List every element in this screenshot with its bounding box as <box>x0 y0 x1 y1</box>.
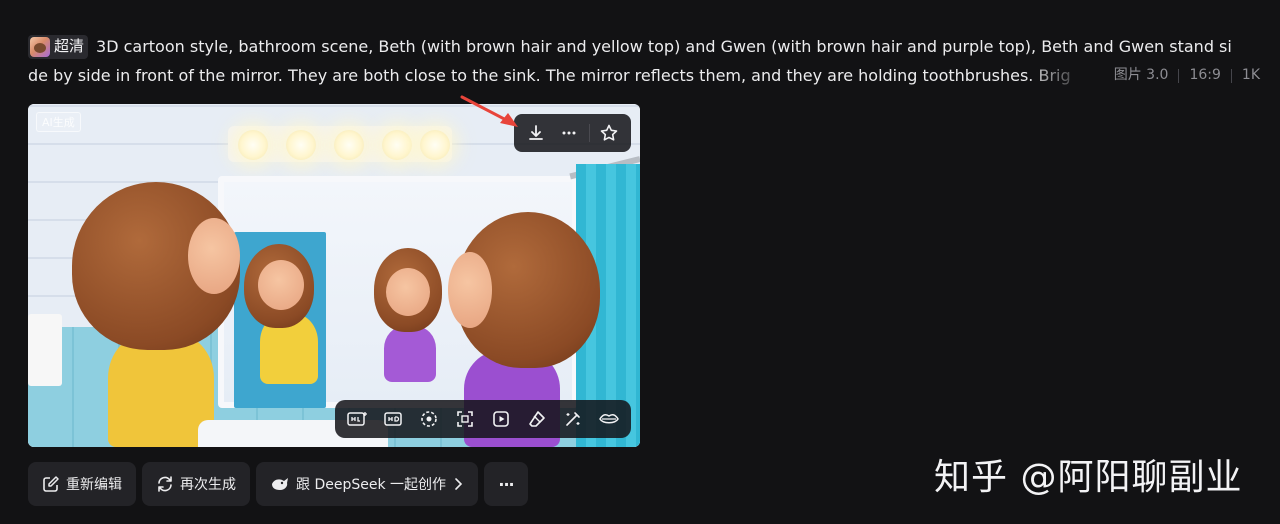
video-button[interactable] <box>487 405 515 433</box>
ai-generated-badge: AI生成 <box>36 112 81 132</box>
image-bulb <box>238 130 268 160</box>
prompt-block: 超清 3D cartoon style, bathroom scene, Bet… <box>28 32 1260 90</box>
source-watermark: 知乎 @阿阳聊副业 <box>934 457 1243 498</box>
hd-icon <box>384 412 402 426</box>
prompt-line-1: 超清 3D cartoon style, bathroom scene, Bet… <box>28 32 1260 61</box>
quality-tag[interactable]: 超清 <box>28 34 89 59</box>
expand-button[interactable] <box>451 405 479 433</box>
more-actions-button[interactable]: ··· <box>484 462 529 506</box>
deepseek-create-label: 跟 DeepSeek 一起创作 <box>296 477 447 493</box>
prompt-line-2: de by side in front of the mirror. They … <box>28 61 1260 90</box>
refresh-icon <box>158 476 172 492</box>
hd-plus-button[interactable] <box>343 405 371 433</box>
image-bulb <box>420 130 450 160</box>
reedit-label: 重新编辑 <box>66 477 122 493</box>
image-edit-toolbar <box>335 400 631 438</box>
image-shirt-purple <box>384 326 436 382</box>
image-bulb <box>286 130 316 160</box>
download-icon <box>529 125 543 140</box>
expand-icon <box>457 411 473 427</box>
remix-icon <box>421 411 437 427</box>
more-actions-icon: ··· <box>498 474 514 494</box>
eraser-icon <box>529 411 545 427</box>
edit-icon <box>43 476 59 492</box>
magic-wand-button[interactable] <box>559 405 587 433</box>
image-face <box>386 268 430 316</box>
prompt-text-continued: de by side in front of the mirror. They … <box>28 66 1071 85</box>
prompt-text: 3D cartoon style, bathroom scene, Beth (… <box>96 37 1232 56</box>
deepseek-create-button[interactable]: 跟 DeepSeek 一起创作 <box>256 462 479 506</box>
generation-meta: 图片 3.0 16:9 1K <box>1114 61 1260 90</box>
ratio-label: 16:9 <box>1189 67 1221 83</box>
chevron-right-icon <box>455 478 463 490</box>
magic-wand-icon <box>566 412 580 426</box>
generated-image[interactable]: AI生成 <box>28 104 640 447</box>
hd-button[interactable] <box>379 405 407 433</box>
regenerate-button[interactable]: 再次生成 <box>142 462 250 506</box>
image-light-bar <box>228 126 452 162</box>
image-towel <box>28 314 62 386</box>
reedit-button[interactable]: 重新编辑 <box>28 462 136 506</box>
image-face <box>258 260 304 310</box>
quality-label: 超清 <box>54 37 85 55</box>
hd-plus-icon <box>347 412 367 426</box>
remix-button[interactable] <box>415 405 443 433</box>
more-button[interactable] <box>555 119 583 147</box>
lips-button[interactable] <box>595 405 623 433</box>
image-face <box>188 218 240 294</box>
thumbnail-icon <box>30 36 50 57</box>
star-icon <box>600 124 618 141</box>
model-label: 图片 3.0 <box>1113 67 1169 83</box>
more-icon <box>562 131 576 135</box>
divider <box>1178 68 1180 83</box>
download-button[interactable] <box>522 119 550 147</box>
divider <box>1230 68 1232 83</box>
divider <box>588 124 590 142</box>
image-bulb <box>382 130 412 160</box>
eraser-button[interactable] <box>523 405 551 433</box>
image-face <box>448 252 492 328</box>
image-bulb <box>334 130 364 160</box>
favorite-button[interactable] <box>595 119 623 147</box>
generation-result: 超清 3D cartoon style, bathroom scene, Bet… <box>0 0 1280 524</box>
deepseek-whale-icon <box>272 478 288 490</box>
image-top-actions <box>514 114 631 152</box>
resolution-label: 1K <box>1241 67 1260 83</box>
regenerate-label: 再次生成 <box>180 477 236 493</box>
lips-icon <box>599 414 619 424</box>
result-actions: 重新编辑 再次生成 跟 DeepSeek 一起创作 ··· <box>28 462 529 506</box>
video-icon <box>493 411 509 427</box>
